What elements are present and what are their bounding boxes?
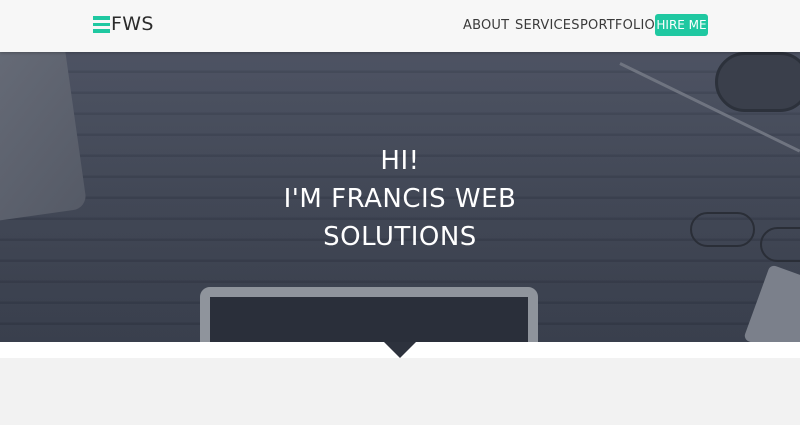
camera-image [715,52,800,112]
logo[interactable]: FWS [93,14,154,34]
nav-about-link[interactable]: ABOUT [463,18,509,33]
hero-line-3: SOLUTIONS [323,222,477,252]
hero-line-1: HI! [380,146,420,176]
hero-banner: HI! I'M FRANCIS WEB SOLUTIONS [0,52,800,342]
tablet-image [200,287,538,342]
hero-heading: HI! I'M FRANCIS WEB SOLUTIONS [0,142,800,256]
logo-bars-icon [93,15,110,33]
phone-image [743,264,800,342]
hero-line-2: I'M FRANCIS WEB [283,184,517,214]
scroll-down-arrow-icon[interactable] [384,342,416,358]
nav-portfolio-link[interactable]: PORTFOLIO [580,18,655,33]
hire-me-button[interactable]: HIRE ME [655,14,708,36]
nav-services-link[interactable]: SERVICES [515,18,580,33]
logo-text: FWS [111,13,154,35]
navbar: FWS ABOUT SERVICES PORTFOLIO HIRE ME [0,0,800,52]
